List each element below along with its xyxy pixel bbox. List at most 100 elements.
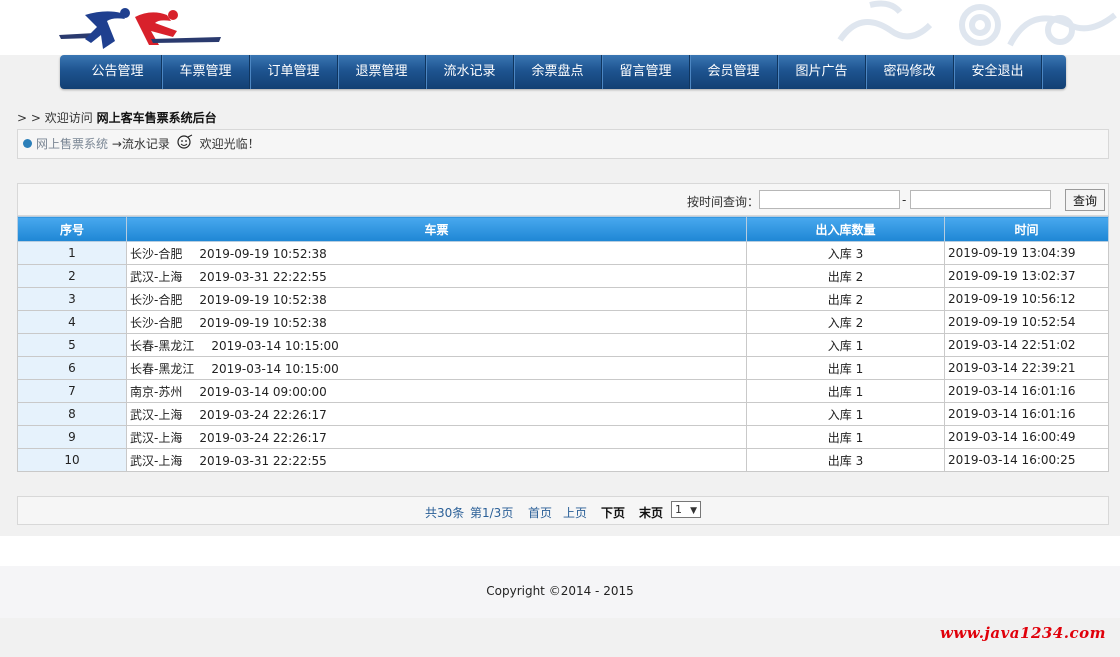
cell-time: 2019-03-14 22:39:21 [944, 356, 1109, 380]
pager-total: 共30条 [425, 506, 465, 520]
ticket-route: 长春-黑龙江 [130, 361, 195, 376]
table-row: 7 南京-苏州 2019-03-14 09:00:00 出库 1 2019-03-… [17, 379, 1109, 403]
bullet-icon [23, 139, 32, 148]
cell-quantity: 出库 2 [746, 287, 945, 311]
cell-ticket: 长沙-合肥 2019-09-19 10:52:38 [126, 310, 747, 334]
nav-item-stock-check[interactable]: 余票盘点 [514, 55, 602, 89]
ticket-route: 武汉-上海 [130, 453, 183, 468]
cell-quantity: 入库 1 [746, 333, 945, 357]
cell-ticket: 长沙-合肥 2019-09-19 10:52:38 [126, 241, 747, 265]
cell-quantity: 入库 2 [746, 310, 945, 334]
time-range-separator: - [902, 193, 907, 207]
cell-quantity: 出库 1 [746, 379, 945, 403]
ticket-route: 武汉-上海 [130, 430, 183, 445]
dropdown-arrow-icon: ▼ [690, 506, 697, 516]
ticket-route: 长沙-合肥 [130, 246, 183, 261]
nav-item-messages[interactable]: 留言管理 [602, 55, 690, 89]
cell-index: 1 [17, 241, 127, 265]
cell-ticket: 南京-苏州 2019-03-14 09:00:00 [126, 379, 747, 403]
ticket-route: 长春-黑龙江 [130, 338, 195, 353]
table-row: 4 长沙-合肥 2019-09-19 10:52:38 入库 2 2019-09-… [17, 310, 1109, 334]
nav-item-orders[interactable]: 订单管理 [250, 55, 338, 89]
cell-time: 2019-03-14 16:00:25 [944, 448, 1109, 472]
cell-quantity: 入库 3 [746, 241, 945, 265]
cell-quantity: 入库 1 [746, 402, 945, 426]
nav-item-members[interactable]: 会员管理 [690, 55, 778, 89]
welcome-text: > > 欢迎访问 网上客车售票系统后台 [17, 109, 217, 126]
pager-page-info: 第1/3页 [470, 506, 514, 520]
pager-prev-link[interactable]: 上页 [563, 504, 587, 521]
nav-item-tickets[interactable]: 车票管理 [162, 55, 250, 89]
ticket-route: 南京-苏州 [130, 384, 183, 399]
table-row: 6 长春-黑龙江 2019-03-14 10:15:00 出库 1 2019-03… [17, 356, 1109, 380]
pager-last-link[interactable]: 末页 [639, 504, 663, 521]
site-name: 网上客车售票系统后台 [96, 111, 217, 125]
cell-ticket: 武汉-上海 2019-03-24 22:26:17 [126, 425, 747, 449]
search-bar: 按时间查询： - 查询 [17, 183, 1109, 216]
table-header-row: 序号 车票 出入库数量 时间 [17, 216, 1109, 242]
cell-index: 6 [17, 356, 127, 380]
end-time-input[interactable] [910, 190, 1051, 209]
nav-item-notice[interactable]: 公告管理 [74, 55, 162, 89]
copyright-text: Copyright ©2014 - 2015 [486, 584, 634, 598]
cell-index: 10 [17, 448, 127, 472]
cell-index: 4 [17, 310, 127, 334]
nav-item-logout[interactable]: 安全退出 [954, 55, 1042, 89]
ticket-departure: 2019-03-31 22:22:55 [199, 453, 327, 468]
nav-item-image-ads[interactable]: 图片广告 [778, 55, 866, 89]
pager-next-link[interactable]: 下页 [601, 504, 625, 521]
watermark: www.java1234.com [939, 624, 1106, 642]
header-index: 序号 [17, 216, 127, 242]
search-button[interactable]: 查询 [1065, 189, 1105, 211]
header-time: 时间 [944, 216, 1109, 242]
header [0, 0, 1120, 55]
breadcrumb-home[interactable]: 网上售票系统 [36, 137, 108, 151]
breadcrumb-current: →流水记录 [111, 137, 170, 151]
welcome-prefix: > > 欢迎访问 [17, 111, 97, 125]
cell-time: 2019-03-14 16:01:16 [944, 379, 1109, 403]
cell-ticket: 长春-黑龙江 2019-03-14 10:15:00 [126, 333, 747, 357]
breadcrumb-greeting: 欢迎光临！ [199, 137, 260, 151]
nav-item-refunds[interactable]: 退票管理 [338, 55, 426, 89]
ticket-route: 长沙-合肥 [130, 315, 183, 330]
nav-item-password[interactable]: 密码修改 [866, 55, 954, 89]
table-row: 8 武汉-上海 2019-03-24 22:26:17 入库 1 2019-03-… [17, 402, 1109, 426]
ticket-route: 武汉-上海 [130, 407, 183, 422]
cell-time: 2019-09-19 13:04:39 [944, 241, 1109, 265]
ticket-departure: 2019-09-19 10:52:38 [199, 315, 327, 330]
cell-ticket: 武汉-上海 2019-03-31 22:22:55 [126, 448, 747, 472]
page-select-value: 1 [675, 503, 682, 516]
cloud-pattern-icon [837, 0, 1117, 47]
cell-ticket: 长沙-合肥 2019-09-19 10:52:38 [126, 287, 747, 311]
table-row: 3 长沙-合肥 2019-09-19 10:52:38 出库 2 2019-09-… [17, 287, 1109, 311]
pager-first-link[interactable]: 首页 [528, 504, 552, 521]
cell-time: 2019-03-14 22:51:02 [944, 333, 1109, 357]
nav-item-flow-records[interactable]: 流水记录 [426, 55, 514, 89]
cell-index: 3 [17, 287, 127, 311]
cell-quantity: 出库 2 [746, 264, 945, 288]
footer: Copyright ©2014 - 2015 [0, 566, 1120, 618]
cell-index: 5 [17, 333, 127, 357]
page-select[interactable]: 1 ▼ [671, 501, 701, 518]
cell-time: 2019-09-19 10:56:12 [944, 287, 1109, 311]
table-row: 5 长春-黑龙江 2019-03-14 10:15:00 入库 1 2019-03… [17, 333, 1109, 357]
header-quantity: 出入库数量 [746, 216, 945, 242]
cell-time: 2019-09-19 13:02:37 [944, 264, 1109, 288]
breadcrumb: 网上售票系统 →流水记录 欢迎光临！ [17, 129, 1109, 159]
cell-time: 2019-03-14 16:00:49 [944, 425, 1109, 449]
cell-ticket: 武汉-上海 2019-03-31 22:22:55 [126, 264, 747, 288]
cell-index: 9 [17, 425, 127, 449]
flow-records-table: 序号 车票 出入库数量 时间 1 长沙-合肥 2019-09-19 10:52:3… [17, 216, 1109, 472]
ticket-route: 武汉-上海 [130, 269, 183, 284]
cell-ticket: 武汉-上海 2019-03-24 22:26:17 [126, 402, 747, 426]
start-time-input[interactable] [759, 190, 900, 209]
header-ticket: 车票 [126, 216, 747, 242]
cell-ticket: 长春-黑龙江 2019-03-14 10:15:00 [126, 356, 747, 380]
cell-quantity: 出库 3 [746, 448, 945, 472]
main-nav: 公告管理 车票管理 订单管理 退票管理 流水记录 余票盘点 留言管理 会员管理 … [60, 55, 1066, 89]
cell-time: 2019-09-19 10:52:54 [944, 310, 1109, 334]
ticket-departure: 2019-03-24 22:26:17 [199, 430, 327, 445]
cell-index: 7 [17, 379, 127, 403]
ticket-departure: 2019-03-31 22:22:55 [199, 269, 327, 284]
cell-quantity: 出库 1 [746, 356, 945, 380]
